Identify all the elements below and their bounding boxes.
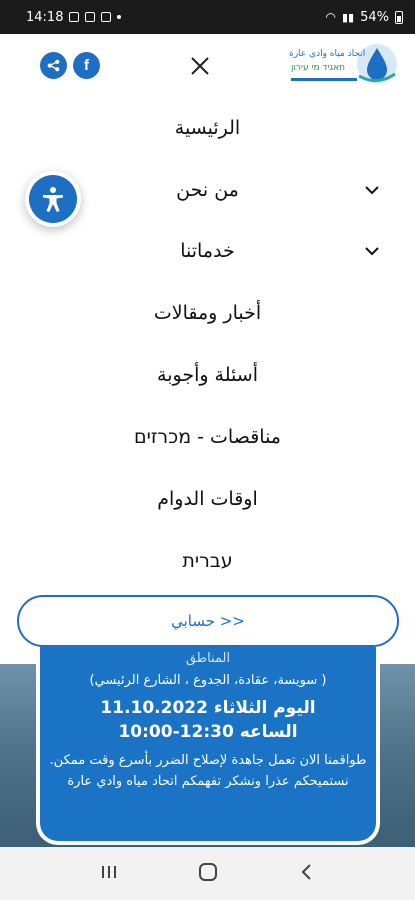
menu-item-hours[interactable]: اوقات الدوام bbox=[0, 479, 415, 519]
notice-date: اليوم الثلاثاء 11.10.2022 bbox=[100, 698, 316, 718]
notification-icon bbox=[101, 12, 112, 22]
menu-item-label: עברית bbox=[182, 550, 233, 572]
menu-item-label: اوقات الدوام bbox=[157, 488, 258, 510]
gallery-icon bbox=[69, 12, 80, 22]
status-bar: 14:18 ◠ ▮▮ 54% bbox=[0, 0, 415, 34]
chevron-down-icon[interactable] bbox=[362, 241, 382, 261]
share-icon[interactable] bbox=[40, 52, 67, 79]
menu-item-label: أسئلة وأجوبة bbox=[157, 364, 258, 386]
menu-item-home[interactable]: الرئيسية bbox=[0, 108, 415, 148]
menu-item-news[interactable]: أخبار ومقالات bbox=[0, 293, 415, 333]
accessibility-button[interactable] bbox=[25, 171, 81, 227]
facebook-icon[interactable]: f bbox=[73, 52, 100, 79]
more-notifications-icon bbox=[117, 15, 122, 19]
close-icon[interactable] bbox=[185, 51, 215, 81]
svg-text:תאגיד מי עירון: תאגיד מי עירון bbox=[291, 63, 345, 73]
chevron-down-icon[interactable] bbox=[362, 180, 382, 200]
menu-item-label: أخبار ومقالات bbox=[153, 302, 262, 324]
my-account-label: حسابي >> bbox=[171, 612, 245, 630]
my-account-button[interactable]: حسابي >> bbox=[17, 595, 399, 647]
wifi-icon: ◠ bbox=[325, 10, 336, 24]
notice-areas-heading: المناطق bbox=[185, 651, 231, 666]
back-button[interactable] bbox=[298, 862, 316, 886]
svg-text:اتحاد مياه وادي عارة: اتحاد مياه وادي عارة bbox=[289, 49, 365, 59]
status-time: 14:18 bbox=[26, 9, 64, 25]
system-nav-bar bbox=[0, 847, 415, 900]
social-links: f bbox=[40, 52, 100, 79]
calendar-icon bbox=[85, 12, 96, 22]
battery-icon bbox=[395, 10, 403, 24]
menu-item-tenders[interactable]: مناقصات - מכרזים bbox=[0, 417, 415, 457]
logo[interactable]: اتحاد مياه وادي عارة תאגיד מי עירון bbox=[283, 40, 398, 88]
menu-item-hebrew[interactable]: עברית bbox=[0, 541, 415, 581]
menu-item-faq[interactable]: أسئلة وأجوبة bbox=[0, 355, 415, 395]
menu-item-services[interactable]: خدماتنا bbox=[0, 231, 415, 271]
recent-apps-button[interactable] bbox=[99, 863, 119, 885]
notice-message: طواقمنا الان تعمل جاهدة لإصلاح الضرر بأس… bbox=[49, 753, 367, 789]
home-button[interactable] bbox=[197, 861, 219, 887]
menu-item-label: الرئيسية bbox=[174, 117, 241, 139]
outage-notice-card: المناطق (سويسة، عقادة، الجدوع ، الشارع ا… bbox=[36, 647, 380, 845]
menu-item-label: من نحن bbox=[176, 179, 239, 201]
battery-percentage: 54% bbox=[360, 9, 389, 25]
accessibility-icon bbox=[29, 175, 77, 223]
menu-item-label: خدماتنا bbox=[180, 240, 235, 262]
menu-item-label: مناقصات - מכרזים bbox=[134, 426, 281, 448]
notice-locations: (سويسة، عقادة، الجدوع ، الشارع الرئيسي ) bbox=[89, 673, 327, 688]
notice-time: الساعه 12:30-10:00 bbox=[118, 722, 298, 742]
signal-icon: ▮▮ bbox=[341, 10, 355, 24]
